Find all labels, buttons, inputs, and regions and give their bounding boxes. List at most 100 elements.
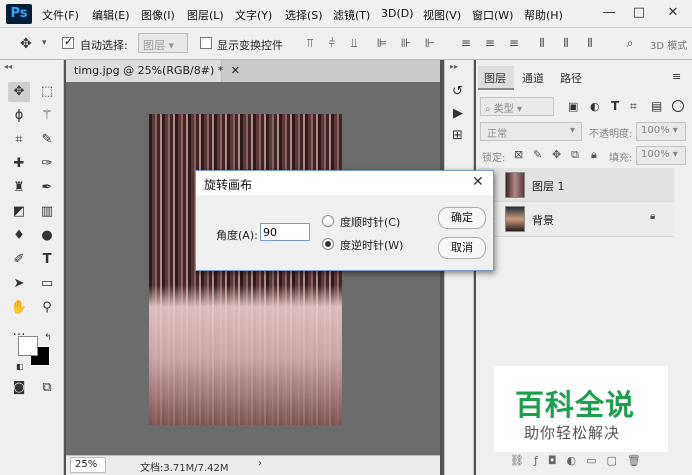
menu-image[interactable]: 图像(I): [141, 7, 175, 23]
crop-tool-icon[interactable]: ⌗: [8, 130, 30, 150]
filter-adjustment-icon[interactable]: ◐: [590, 100, 600, 113]
zoom-level-field[interactable]: 25%: [70, 457, 106, 473]
menu-view[interactable]: 视图(V): [423, 7, 461, 23]
status-menu-arrow-icon[interactable]: ›: [258, 458, 262, 469]
actions-panel-icon[interactable]: ▶: [453, 106, 463, 121]
filter-pixel-icon[interactable]: ▣: [568, 100, 578, 113]
filter-type-icon[interactable]: T: [611, 99, 619, 113]
opacity-field[interactable]: 100% ▾: [636, 122, 686, 141]
layer-filter-dropdown[interactable]: ⌕ 类型 ▾: [480, 97, 554, 116]
tab-paths[interactable]: 路径: [560, 70, 582, 86]
menu-file[interactable]: 文件(F): [42, 7, 79, 23]
lasso-tool-icon[interactable]: ϕ: [8, 106, 30, 126]
screen-mode-icon[interactable]: ⧉: [36, 378, 58, 398]
menu-3d[interactable]: 3D(D): [381, 7, 414, 20]
history-panel-icon[interactable]: ↺: [452, 84, 463, 99]
properties-panel-icon[interactable]: ⊞: [452, 128, 463, 143]
layer-panel-footer-icons[interactable]: ⛓ƒ◘◐▭▢🗑︎: [510, 454, 651, 467]
menu-help[interactable]: 帮助(H): [524, 7, 563, 23]
clockwise-radio[interactable]: [322, 215, 334, 227]
blend-mode-dropdown[interactable]: 正常 ▾: [480, 122, 582, 141]
dodge-tool-icon[interactable]: ●: [36, 226, 58, 246]
panel-menu-icon[interactable]: ≡: [672, 70, 681, 83]
auto-select-dropdown[interactable]: 图层 ▾: [138, 33, 188, 53]
align-left-icon[interactable]: ⊫: [374, 34, 390, 52]
photoshop-logo: Ps: [6, 4, 32, 24]
counterclockwise-radio[interactable]: [322, 238, 334, 250]
marquee-tool-icon[interactable]: ⬚: [36, 82, 58, 102]
angle-label: 角度(A):: [216, 229, 258, 242]
tab-layers[interactable]: 图层: [484, 70, 506, 86]
close-button[interactable]: ✕: [660, 2, 686, 24]
lock-pixels-icon[interactable]: ✎: [533, 148, 542, 161]
menu-window[interactable]: 窗口(W): [472, 7, 513, 23]
align-bottom-icon[interactable]: ⫫: [346, 34, 362, 52]
filter-smart-object-icon[interactable]: ▤: [651, 99, 662, 113]
gradient-tool-icon[interactable]: ▥: [36, 202, 58, 222]
move-tool-icon[interactable]: ✥: [8, 82, 30, 102]
document-tab[interactable]: timg.jpg @ 25%(RGB/8#) * ✕: [66, 60, 240, 82]
shape-tool-icon[interactable]: ▭: [36, 274, 58, 294]
maximize-button[interactable]: □: [626, 2, 652, 24]
menu-layer[interactable]: 图层(L): [187, 7, 224, 23]
angle-input[interactable]: [260, 223, 310, 241]
ok-button[interactable]: 确定: [438, 207, 486, 229]
distribute-left-icon[interactable]: ⦀: [534, 34, 550, 52]
dialog-close-icon[interactable]: ✕: [472, 174, 484, 190]
lock-all-icon[interactable]: 🔒︎: [591, 148, 597, 162]
lock-transparent-icon[interactable]: ⊠: [514, 148, 523, 161]
brush-tool-icon[interactable]: ✑: [36, 154, 58, 174]
default-colors-icon[interactable]: ◧: [16, 362, 24, 371]
distribute-bottom-icon[interactable]: ≡: [506, 34, 522, 52]
distribute-top-icon[interactable]: ≡: [458, 34, 474, 52]
swap-colors-icon[interactable]: ↰: [44, 333, 52, 343]
menu-edit[interactable]: 编辑(E): [92, 7, 130, 23]
align-hcenter-icon[interactable]: ⊪: [398, 34, 414, 52]
auto-select-checkbox[interactable]: [62, 35, 74, 49]
menu-select[interactable]: 选择(S): [285, 7, 323, 23]
menu-filter[interactable]: 滤镜(T): [333, 7, 370, 23]
lock-position-icon[interactable]: ✥: [552, 148, 561, 161]
close-tab-icon[interactable]: ✕: [231, 64, 240, 77]
layer-name[interactable]: 背景: [532, 212, 554, 228]
move-tool-preset-icon[interactable]: ✥: [20, 36, 32, 52]
zoom-tool-icon[interactable]: ⚲: [36, 298, 58, 318]
distribute-vcenter-icon[interactable]: ≡: [482, 34, 498, 52]
hand-tool-icon[interactable]: ✋: [8, 298, 30, 318]
eyedropper-tool-icon[interactable]: ✎: [36, 130, 58, 150]
clone-stamp-tool-icon[interactable]: ♜: [8, 178, 30, 198]
type-tool-icon[interactable]: T: [36, 250, 58, 270]
align-vcenter-icon[interactable]: ⫩: [324, 34, 340, 52]
align-top-icon[interactable]: ⫪: [302, 34, 318, 52]
3d-mode-label[interactable]: 3D 模式: [650, 37, 687, 52]
menu-type[interactable]: 文字(Y): [235, 7, 272, 23]
expand-panels-icon[interactable]: ▸▸: [450, 62, 458, 71]
healing-brush-tool-icon[interactable]: ✚: [8, 154, 30, 174]
status-bar: [66, 455, 440, 475]
foreground-color-swatch[interactable]: [18, 336, 38, 356]
transform-controls-checkbox[interactable]: [200, 37, 212, 49]
cancel-button[interactable]: 取消: [438, 237, 486, 259]
magic-wand-tool-icon[interactable]: ⚚: [36, 106, 58, 126]
history-brush-tool-icon[interactable]: ✒: [36, 178, 58, 198]
lock-artboard-icon[interactable]: ⧉: [571, 148, 579, 162]
align-right-icon[interactable]: ⊩: [422, 34, 438, 52]
filter-shape-icon[interactable]: ⌗: [630, 99, 637, 114]
pen-tool-icon[interactable]: ✐: [8, 250, 30, 270]
quick-mask-icon[interactable]: ◙: [8, 378, 30, 398]
collapse-toolbar-icon[interactable]: ◂◂: [4, 62, 12, 71]
chevron-down-icon[interactable]: ▾: [42, 38, 47, 48]
minimize-button[interactable]: —: [596, 2, 622, 24]
distribute-right-icon[interactable]: ⦀: [582, 34, 598, 52]
blur-tool-icon[interactable]: ♦: [8, 226, 30, 246]
path-selection-tool-icon[interactable]: ➤: [8, 274, 30, 294]
tab-channels[interactable]: 通道: [522, 70, 544, 86]
filter-toggle-icon[interactable]: [672, 100, 684, 112]
clockwise-label[interactable]: 度顺时针(C): [340, 214, 400, 230]
counterclockwise-label[interactable]: 度逆时针(W): [340, 237, 403, 253]
search-icon[interactable]: ⌕: [622, 34, 638, 52]
eraser-tool-icon[interactable]: ◩: [8, 202, 30, 222]
distribute-hcenter-icon[interactable]: ⦀: [558, 34, 574, 52]
fill-field[interactable]: 100% ▾: [636, 146, 686, 165]
layer-name[interactable]: 图层 1: [532, 178, 565, 194]
